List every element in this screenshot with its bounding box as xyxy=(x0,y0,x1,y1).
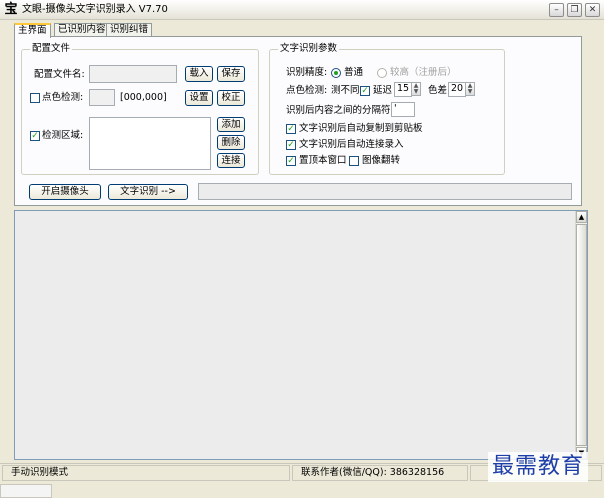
precision-label: 识别精度: xyxy=(286,67,328,78)
color-diff-label: 色差 xyxy=(428,85,448,96)
status-mode: 手动识别模式 xyxy=(2,465,290,481)
auto-copy-checkbox[interactable] xyxy=(286,124,296,134)
delay-label: 延迟 xyxy=(373,85,393,96)
tab-recognition-correction[interactable]: 识别纠错 xyxy=(106,23,153,37)
auto-copy-label: 文字识别后自动复制到剪贴板 xyxy=(299,123,423,134)
auto-connect-label: 文字识别后自动连接录入 xyxy=(299,139,404,150)
ocr-params-group-title: 文字识别参数 xyxy=(278,43,340,55)
flip-image-label: 图像翻转 xyxy=(362,155,401,166)
open-camera-button[interactable]: 开启摄像头 xyxy=(29,184,101,200)
color-detect-value: [000,000] xyxy=(120,92,167,103)
precision-high-radio[interactable] xyxy=(377,68,387,78)
restore-button[interactable]: ❐ xyxy=(567,3,582,17)
status-contact: 联系作者(微信/QQ): 386328156 xyxy=(292,465,468,481)
taskbar-stub xyxy=(0,484,52,498)
precision-high-label: 较高（注册后） xyxy=(390,67,457,78)
color-detect-swatch xyxy=(89,89,115,106)
top-window-label: 置顶本窗口 xyxy=(299,155,347,166)
scroll-thumb[interactable] xyxy=(576,224,587,446)
config-name-label: 配置文件名: xyxy=(34,69,85,80)
diff-label: 测不同 xyxy=(331,85,360,96)
app-icon: 宝 xyxy=(4,2,18,17)
close-button[interactable]: ✕ xyxy=(585,3,600,17)
flip-image-checkbox[interactable] xyxy=(349,156,359,166)
load-button[interactable]: 载入 xyxy=(185,66,213,82)
auto-connect-checkbox[interactable] xyxy=(286,140,296,150)
color-diff-spinner[interactable]: ▲ ▼ xyxy=(465,82,475,96)
result-text-area[interactable]: ▲ ▼ xyxy=(14,210,588,460)
tab-recognized-content[interactable]: 已识别内容 xyxy=(54,23,110,37)
ocr-params-group: 文字识别参数 识别精度: 普通 较高（注册后） 点色检测: 测不同 延迟 15 … xyxy=(269,43,505,175)
spin-down-icon: ▼ xyxy=(467,88,473,95)
color-detect-checkbox[interactable] xyxy=(30,93,40,103)
color-diff-input[interactable]: 20 xyxy=(448,82,466,97)
delay-input[interactable]: 15 xyxy=(394,82,412,97)
watermark-text: 最需教育 xyxy=(488,452,589,482)
color-detect-label: 点色检测: xyxy=(42,92,84,103)
ocr-color-detect-label: 点色检测: xyxy=(286,85,328,96)
calibrate-button[interactable]: 校正 xyxy=(217,90,245,106)
minimize-button[interactable]: – xyxy=(549,3,564,17)
detect-area-label: 检测区域: xyxy=(42,130,84,141)
delay-spinner[interactable]: ▲ ▼ xyxy=(411,82,421,96)
scroll-up-icon[interactable]: ▲ xyxy=(576,211,587,223)
title-bar[interactable]: 宝 文眼-摄像头文字识别录入 V7.70 – ❐ ✕ xyxy=(0,0,604,20)
tab-main[interactable]: 主界面 xyxy=(14,23,51,38)
app-window: 宝 文眼-摄像头文字识别录入 V7.70 – ❐ ✕ 主界面 已识别内容 识别纠… xyxy=(0,0,604,498)
diff-checkbox[interactable] xyxy=(360,86,370,96)
config-name-field[interactable] xyxy=(89,65,177,83)
delete-button[interactable]: 删除 xyxy=(217,135,245,150)
top-window-checkbox[interactable] xyxy=(286,156,296,166)
precision-normal-radio[interactable] xyxy=(331,68,341,78)
precision-normal-label: 普通 xyxy=(344,67,364,78)
vertical-scrollbar[interactable]: ▲ ▼ xyxy=(575,211,587,459)
save-button[interactable]: 保存 xyxy=(217,66,245,82)
progress-bar xyxy=(198,183,572,200)
config-group-title: 配置文件 xyxy=(30,43,73,55)
config-group: 配置文件 配置文件名: 载入 保存 点色检测: [000,000] 设置 校正 … xyxy=(21,43,259,175)
set-button[interactable]: 设置 xyxy=(185,90,213,106)
detect-area-list[interactable] xyxy=(89,117,211,170)
add-button[interactable]: 添加 xyxy=(217,117,245,132)
detect-area-checkbox[interactable] xyxy=(30,131,40,141)
window-title: 文眼-摄像头文字识别录入 V7.70 xyxy=(22,4,168,15)
separator-label: 识别后内容之间的分隔符: xyxy=(286,105,394,116)
connect-button[interactable]: 连接 xyxy=(217,153,245,168)
ocr-button[interactable]: 文字识别 --> xyxy=(108,184,188,200)
separator-input[interactable]: ' xyxy=(391,102,415,117)
spin-down-icon: ▼ xyxy=(413,88,419,95)
main-tab-panel: 配置文件 配置文件名: 载入 保存 点色检测: [000,000] 设置 校正 … xyxy=(14,36,582,206)
